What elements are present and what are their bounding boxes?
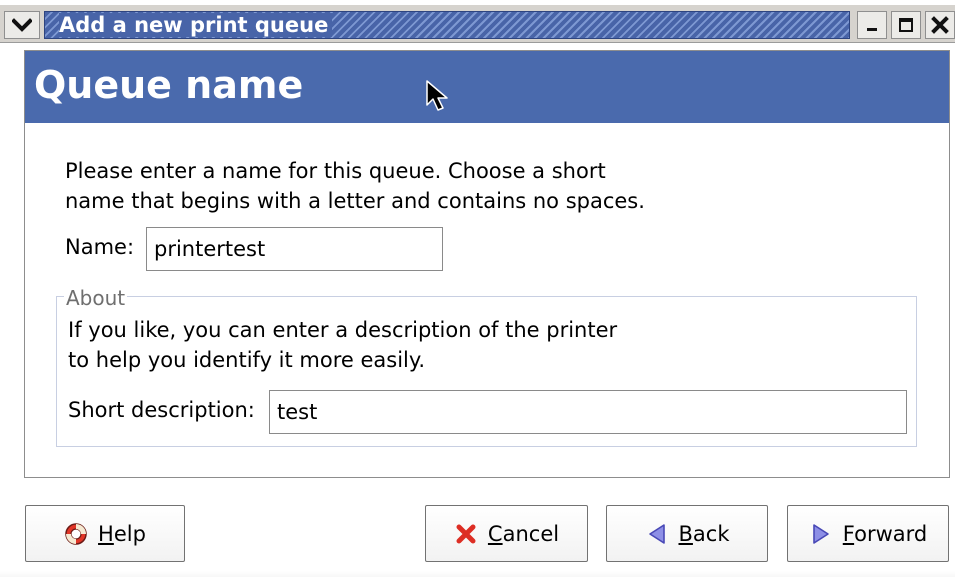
help-button[interactable]: Help: [25, 505, 185, 562]
window-menu-button[interactable]: [4, 11, 40, 39]
about-label: About: [64, 286, 128, 310]
back-button-label: Back: [678, 521, 730, 546]
window-title: Add a new print queue: [59, 13, 333, 37]
queue-name-page: Queue name Please enter a name for this …: [24, 50, 950, 478]
forward-button[interactable]: Forward: [787, 505, 949, 562]
queue-name-instructions: Please enter a name for this queue. Choo…: [65, 159, 645, 213]
left-triangle-icon: [645, 522, 669, 546]
minimize-icon: [867, 28, 877, 31]
window-bottom-edge: [0, 571, 955, 577]
mouse-pointer-icon: [426, 80, 448, 111]
close-window-button[interactable]: [925, 11, 955, 39]
queue-name-input[interactable]: [146, 227, 443, 271]
short-description-label: Short description:: [68, 398, 255, 422]
page-title: Queue name: [34, 63, 304, 107]
right-triangle-icon: [809, 522, 833, 546]
help-button-label: Help: [98, 521, 146, 546]
name-label: Name:: [65, 235, 135, 259]
cancel-button[interactable]: Cancel: [425, 505, 588, 562]
x-icon: [454, 522, 478, 546]
minimize-button[interactable]: [857, 11, 887, 39]
forward-button-label: Forward: [842, 521, 928, 546]
close-icon: [931, 16, 949, 34]
back-button[interactable]: Back: [606, 505, 768, 562]
page-header: Queue name: [25, 51, 949, 123]
print-queue-window: Add a new print queue Queue name Please …: [0, 0, 955, 577]
short-description-input[interactable]: [269, 390, 907, 434]
chevron-down-icon: [12, 18, 32, 32]
cancel-button-label: Cancel: [487, 521, 560, 546]
about-description-text: If you like, you can enter a description…: [68, 318, 618, 372]
maximize-button[interactable]: [891, 11, 921, 39]
window-title-area[interactable]: Add a new print queue: [44, 11, 850, 39]
lifebuoy-icon: [64, 522, 88, 546]
maximize-icon: [899, 18, 913, 32]
title-bar: Add a new print queue: [0, 5, 955, 43]
